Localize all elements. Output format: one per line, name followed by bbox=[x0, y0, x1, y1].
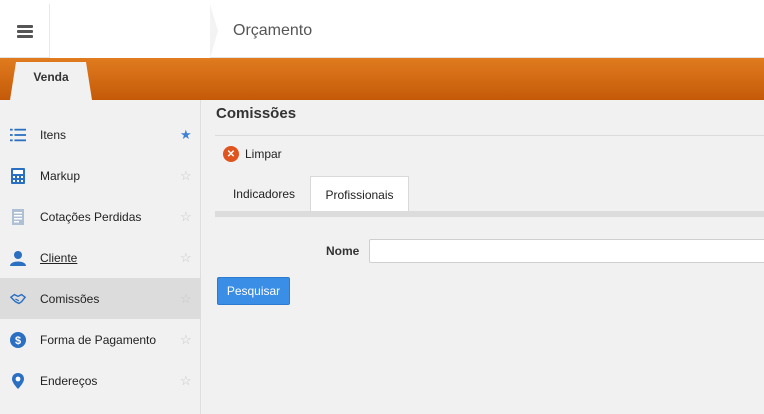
section-title: Comissões bbox=[216, 105, 297, 122]
sidebar: Itens ★ Markup ☆ Cotações Perdidas ☆ Cli… bbox=[0, 100, 201, 414]
clear-label: Limpar bbox=[245, 147, 282, 161]
sidebar-item-markup[interactable]: Markup ☆ bbox=[0, 155, 201, 196]
nome-label: Nome bbox=[326, 244, 360, 258]
star-outline-icon[interactable]: ☆ bbox=[180, 373, 192, 389]
sidebar-item-label: Comissões bbox=[40, 291, 100, 306]
clear-button[interactable]: ✕ Limpar bbox=[223, 146, 282, 162]
tab-divider bbox=[215, 211, 764, 217]
sidebar-item-label: Cotações Perdidas bbox=[40, 209, 142, 224]
module-tab-bar bbox=[0, 58, 764, 100]
nome-input[interactable] bbox=[369, 239, 764, 263]
menu-button[interactable] bbox=[0, 4, 50, 58]
list-icon bbox=[10, 127, 26, 143]
sidebar-item-itens[interactable]: Itens ★ bbox=[0, 114, 201, 155]
sidebar-item-comissoes[interactable]: Comissões ☆ bbox=[0, 278, 201, 319]
sidebar-item-enderecos[interactable]: Endereços ☆ bbox=[0, 360, 201, 401]
close-icon: ✕ bbox=[223, 146, 239, 162]
sidebar-item-label: Forma de Pagamento bbox=[40, 332, 157, 347]
sidebar-item-label: Itens bbox=[40, 127, 67, 142]
star-outline-icon[interactable]: ☆ bbox=[180, 332, 192, 348]
search-button[interactable]: Pesquisar bbox=[217, 277, 290, 305]
tab-venda[interactable]: Venda bbox=[10, 62, 92, 100]
star-outline-icon[interactable]: ☆ bbox=[180, 209, 192, 225]
document-icon bbox=[10, 208, 26, 225]
divider bbox=[215, 135, 764, 136]
map-marker-icon bbox=[10, 372, 26, 389]
sidebar-item-label: Endereços bbox=[40, 373, 98, 388]
hamburger-icon bbox=[16, 25, 33, 38]
dollar-icon: $ bbox=[10, 331, 26, 348]
tab-profissionais[interactable]: Profissionais bbox=[310, 176, 409, 212]
tab-indicadores[interactable]: Indicadores bbox=[217, 176, 311, 211]
calculator-icon bbox=[10, 167, 26, 184]
svg-text:$: $ bbox=[15, 335, 21, 347]
sidebar-item-cotacoes-perdidas[interactable]: Cotações Perdidas ☆ bbox=[0, 196, 201, 237]
sidebar-item-label: Cliente bbox=[40, 250, 78, 265]
top-bar: Orçamento bbox=[0, 0, 764, 58]
logo-area bbox=[50, 4, 218, 58]
star-outline-icon[interactable]: ☆ bbox=[180, 168, 192, 184]
main-content: Comissões ✕ Limpar Indicadores Profissio… bbox=[201, 100, 764, 414]
sidebar-item-cliente[interactable]: Cliente ☆ bbox=[0, 237, 201, 278]
star-filled-icon[interactable]: ★ bbox=[180, 127, 192, 143]
handshake-icon bbox=[10, 291, 26, 307]
page-title: Orçamento bbox=[233, 22, 313, 39]
sidebar-item-label: Markup bbox=[40, 168, 81, 183]
user-icon bbox=[10, 250, 26, 266]
sidebar-item-forma-de-pagamento[interactable]: $ Forma de Pagamento ☆ bbox=[0, 319, 201, 360]
star-outline-icon[interactable]: ☆ bbox=[180, 250, 192, 266]
star-outline-icon[interactable]: ☆ bbox=[180, 291, 192, 307]
